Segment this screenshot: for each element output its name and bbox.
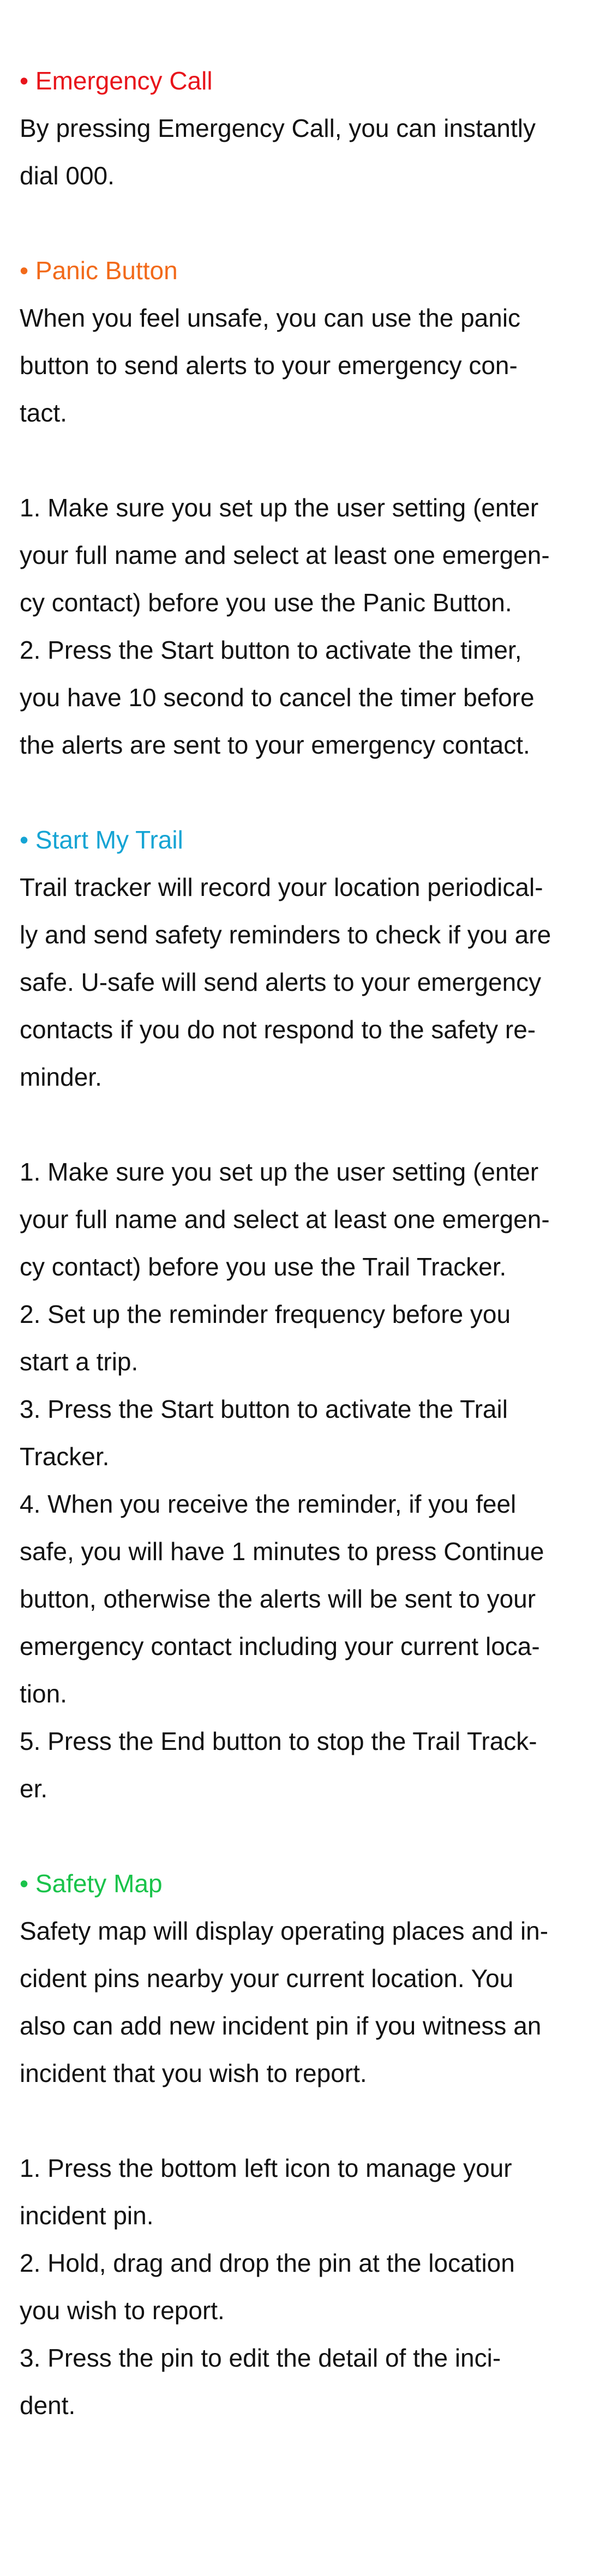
safety-map-step-line: you wish to report. xyxy=(20,2296,225,2325)
start-my-trail-step-line: 5. Press the End button to stop the Trai… xyxy=(20,1727,537,1755)
panic-button-step-line: cy contact) before you use the Panic But… xyxy=(20,588,512,617)
safety-map-heading: • Safety Map xyxy=(20,1869,163,1898)
safety-map-step-line: 3. Press the pin to edit the detail of t… xyxy=(20,2344,501,2372)
start-my-trail-step-line: 1. Make sure you set up the user setting… xyxy=(20,1158,539,1186)
start-my-trail-text-line: minder. xyxy=(20,1063,102,1091)
start-my-trail-step-line: tion. xyxy=(20,1680,67,1708)
start-my-trail-text-line: Trail tracker will record your location … xyxy=(20,873,543,901)
start-my-trail-step-line: safe, you will have 1 minutes to press C… xyxy=(20,1537,544,1566)
panic-button-step-line: you have 10 second to cancel the timer b… xyxy=(20,683,535,712)
start-my-trail-step-line: your full name and select at least one e… xyxy=(20,1205,550,1233)
panic-button-text-line: tact. xyxy=(20,399,67,427)
start-my-trail-step-line: 4. When you receive the reminder, if you… xyxy=(20,1490,517,1518)
safety-map-step-line: 2. Hold, drag and drop the pin at the lo… xyxy=(20,2249,515,2277)
panic-button-step-line: the alerts are sent to your emergency co… xyxy=(20,731,530,759)
start-my-trail-text-line: ly and send safety reminders to check if… xyxy=(20,920,551,949)
panic-button-step-line: your full name and select at least one e… xyxy=(20,541,550,569)
panic-button-text-line: When you feel unsafe, you can use the pa… xyxy=(20,304,521,332)
start-my-trail-step-line: start a trip. xyxy=(20,1347,139,1376)
start-my-trail-step-line: 2. Set up the reminder frequency before … xyxy=(20,1300,511,1328)
panic-button-text-line: button to send alerts to your emergency … xyxy=(20,351,518,380)
start-my-trail-step-line: emergency contact including your current… xyxy=(20,1632,540,1660)
start-my-trail-step-line: er. xyxy=(20,1774,48,1803)
start-my-trail-step-line: cy contact) before you use the Trail Tra… xyxy=(20,1253,507,1281)
safety-map-text-line: incident that you wish to report. xyxy=(20,2059,367,2087)
start-my-trail-heading: • Start My Trail xyxy=(20,826,183,854)
panic-button-step-line: 1. Make sure you set up the user setting… xyxy=(20,493,539,522)
start-my-trail-step-line: button, otherwise the alerts will be sen… xyxy=(20,1585,536,1613)
start-my-trail-step-line: Tracker. xyxy=(20,1442,110,1471)
emergency-call-text-line: By pressing Emergency Call, you can inst… xyxy=(20,114,536,142)
safety-map-text-line: also can add new incident pin if you wit… xyxy=(20,2012,542,2040)
panic-button-step-line: 2. Press the Start button to activate th… xyxy=(20,636,522,664)
emergency-call-heading: • Emergency Call xyxy=(20,67,213,95)
emergency-call-text-line: dial 000. xyxy=(20,161,115,190)
safety-map-step-line: dent. xyxy=(20,2391,76,2419)
safety-map-step-line: 1. Press the bottom left icon to manage … xyxy=(20,2154,512,2182)
panic-button-heading: • Panic Button xyxy=(20,256,178,285)
safety-map-step-line: incident pin. xyxy=(20,2201,154,2230)
start-my-trail-text-line: safe. U-safe will send alerts to your em… xyxy=(20,968,542,996)
help-page: • Emergency Call By pressing Emergency C… xyxy=(0,0,612,2576)
safety-map-text-line: Safety map will display operating places… xyxy=(20,1917,549,1945)
safety-map-text-line: cident pins nearby your current location… xyxy=(20,1964,514,1993)
start-my-trail-text-line: contacts if you do not respond to the sa… xyxy=(20,1015,536,1044)
start-my-trail-step-line: 3. Press the Start button to activate th… xyxy=(20,1395,508,1423)
